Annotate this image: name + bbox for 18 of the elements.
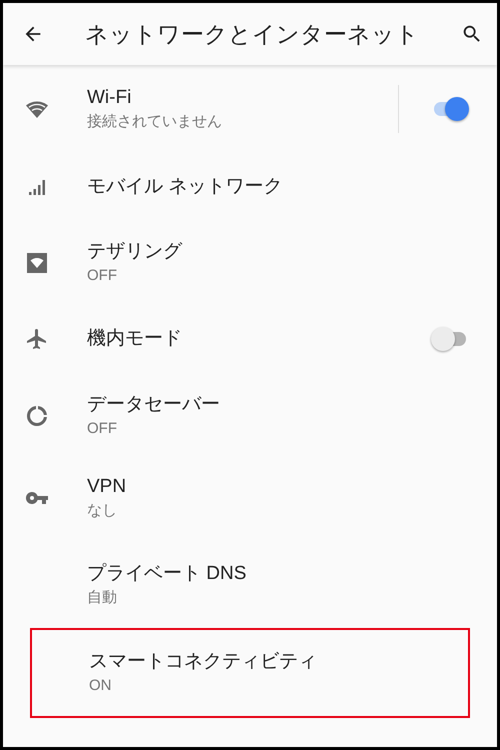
item-title[interactable]: モバイル ネットワーク — [87, 174, 282, 200]
hotspot-icon — [25, 251, 49, 275]
item-title[interactable]: VPN — [87, 474, 126, 500]
item-title[interactable]: テザリング — [87, 239, 182, 265]
item-title[interactable]: スマートコネクティビティ — [89, 649, 317, 675]
item-summary: 接続されていません — [87, 112, 222, 132]
item-title[interactable]: 機内モード — [87, 326, 182, 352]
airplane-icon — [25, 327, 49, 351]
item-summary: ON — [89, 676, 112, 696]
item-summary: 自動 — [87, 588, 117, 608]
item-title[interactable]: Wi-Fi — [87, 85, 132, 111]
item-summary: なし — [87, 501, 117, 521]
screen-title: ネットワークとインターネット — [85, 20, 420, 49]
item-title[interactable]: プライベート DNS — [87, 561, 246, 587]
ring-icon — [25, 404, 49, 428]
item-summary: OFF — [87, 266, 117, 286]
item-summary: OFF — [87, 419, 117, 439]
item-title[interactable]: データセーバー — [87, 392, 220, 418]
